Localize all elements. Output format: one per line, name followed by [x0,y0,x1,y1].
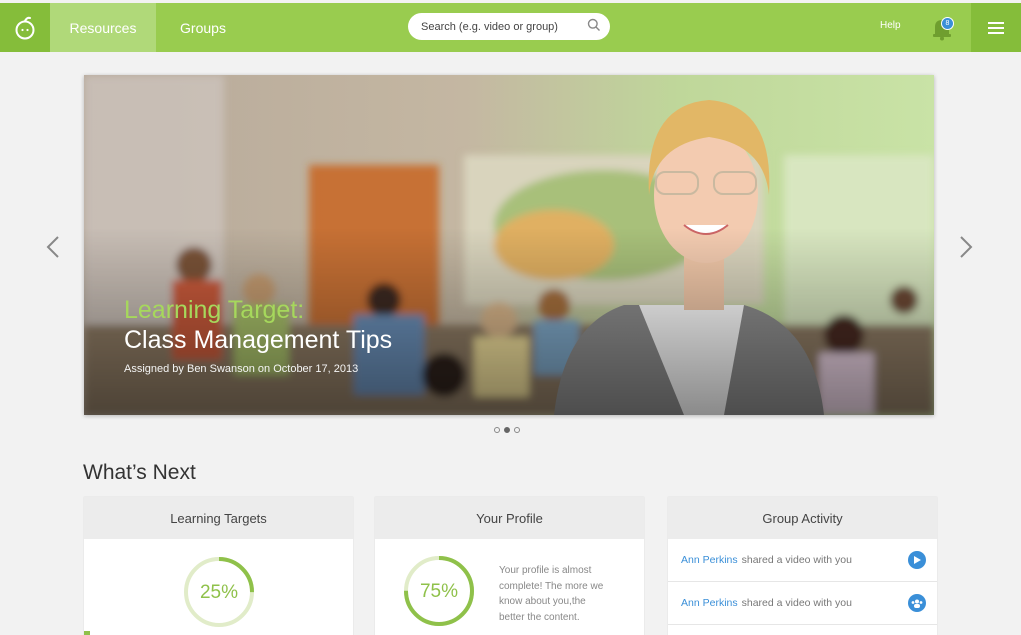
carousel-dots [494,427,520,433]
search-placeholder: Search (e.g. video or group) [421,20,558,33]
scroll-indicator [84,631,90,635]
notification-badge: 8 [941,17,954,30]
menu-button[interactable] [971,3,1021,52]
carousel-dot[interactable] [494,427,500,433]
activity-user-link[interactable]: Ann Perkins [681,554,738,566]
profile-card[interactable]: Your Profile 75% Your profile is almost … [375,497,644,635]
activity-text: shared a video with you [741,554,852,566]
apple-logo-icon [15,16,35,39]
play-icon[interactable] [908,551,926,569]
profile-text-line: know about you,the [499,596,586,607]
activity-item[interactable]: Ann Perkins shared a video with you [668,582,937,625]
search-input[interactable]: Search (e.g. video or group) [408,13,610,40]
tab-groups[interactable]: Groups [160,3,246,52]
hamburger-icon [988,21,1004,34]
hero-title: Class Management Tips [124,326,393,354]
group-activity-card: Group Activity Ann Perkins shared a vide… [668,497,937,635]
carousel-dot-active[interactable] [504,427,510,433]
activity-item[interactable]: Ann Perkins shared a video with you [668,539,937,582]
profile-text-line: better the content. [499,611,580,623]
learning-targets-card[interactable]: Learning Targets 25% [84,497,353,635]
hero-caption: Learning Target: Class Management Tips A… [124,295,392,375]
activity-text: shared a video with you [741,597,852,609]
tab-resources[interactable]: Resources [50,3,156,52]
group-icon[interactable] [908,594,926,612]
chevron-left-icon[interactable] [46,235,60,259]
progress-label: 75% [419,581,459,602]
search-icon[interactable] [587,18,601,32]
card-title: Group Activity [668,497,937,539]
progress-label: 25% [199,582,239,603]
section-title: What’s Next [83,461,196,484]
hero-slide[interactable]: Learning Target: Class Management Tips A… [84,75,934,415]
chevron-right-icon[interactable] [959,235,973,259]
card-title: Learning Targets [84,497,353,539]
card-title: Your Profile [375,497,644,539]
activity-user-link[interactable]: Ann Perkins [681,597,738,609]
profile-description: Your profile is almost complete! The mor… [499,563,629,625]
hero-subtitle: Assigned by Ben Swanson on October 17, 2… [124,363,359,375]
help-link[interactable]: Help [880,20,901,31]
home-logo[interactable] [0,3,50,52]
profile-text-line: complete! The more we [499,580,604,592]
profile-text-line: Your profile is almost [499,565,592,576]
top-nav-bar: Resources Groups Search (e.g. video or g… [0,3,1021,52]
hero-kicker: Learning Target: [124,296,305,324]
carousel-dot[interactable] [514,427,520,433]
